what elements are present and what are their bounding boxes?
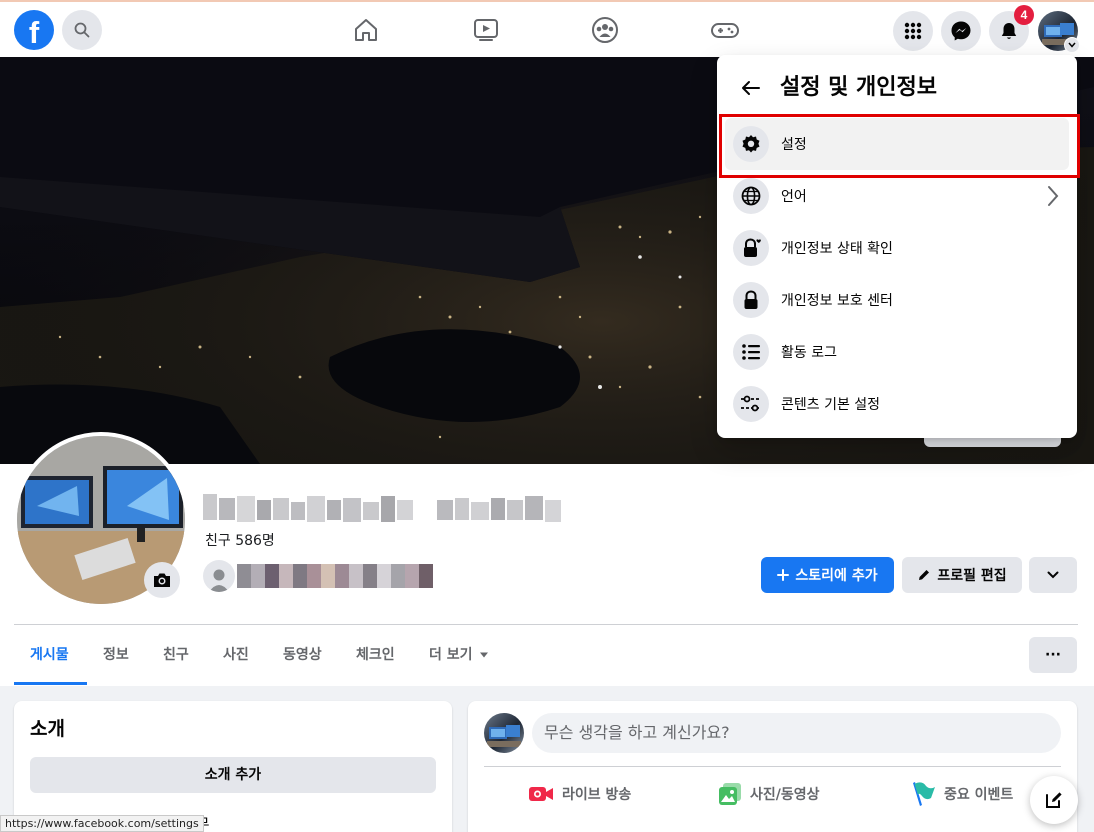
tab-photos[interactable]: 사진 xyxy=(223,640,249,670)
bell-icon xyxy=(1001,23,1017,39)
chevron-down-icon xyxy=(1068,42,1076,48)
friends-count[interactable]: 친구 586명 xyxy=(205,530,275,550)
friends-avatars-row[interactable] xyxy=(203,560,437,592)
top-navigation-bar: f 4 xyxy=(0,0,1094,57)
live-video-button[interactable]: 라이브 방송 xyxy=(528,776,631,812)
photo-icon xyxy=(719,783,741,805)
caret-down-icon xyxy=(479,652,488,658)
avatar-photo xyxy=(487,725,521,747)
tab-checkins[interactable]: 체크인 xyxy=(356,640,395,670)
menu-item-privacy-checkup-label: 개인정보 상태 확인 xyxy=(781,241,893,257)
tab-more[interactable]: 더 보기 xyxy=(429,640,489,670)
photo-video-label: 사진/동영상 xyxy=(750,787,820,803)
account-menu-toggle[interactable] xyxy=(1064,37,1080,53)
life-event-button[interactable]: 중요 이벤트 xyxy=(910,776,1013,812)
messenger-button[interactable] xyxy=(941,11,981,51)
tab-friends[interactable]: 친구 xyxy=(163,640,189,670)
pencil-icon xyxy=(919,570,930,580)
list-icon xyxy=(733,334,769,370)
video-play-icon xyxy=(474,19,498,41)
menu-button[interactable] xyxy=(893,11,933,51)
menu-item-privacy-center[interactable]: 개인정보 보호 센터 xyxy=(725,274,1069,326)
edit-profile-label: 프로필 편집 xyxy=(937,568,1007,584)
globe-icon xyxy=(733,178,769,214)
menu-item-activity-log-label: 활동 로그 xyxy=(781,345,837,361)
lock-icon xyxy=(733,282,769,318)
life-event-label: 중요 이벤트 xyxy=(944,787,1014,803)
profile-name-blurred xyxy=(203,490,573,526)
home-icon xyxy=(355,19,377,41)
settings-privacy-dropdown: 설정 및 개인정보 설정 언어 개인정보 상태 확인 개인정보 보호 센터 활동… xyxy=(717,55,1077,438)
flag-icon xyxy=(913,782,935,806)
tab-posts[interactable]: 게시물 xyxy=(30,640,69,670)
intro-title: 소개 xyxy=(30,718,65,740)
photo-video-button[interactable]: 사진/동영상 xyxy=(718,776,820,812)
facebook-logo-letter: f xyxy=(28,15,40,50)
menu-item-privacy-center-label: 개인정보 보호 센터 xyxy=(781,293,893,309)
nav-tab-home[interactable] xyxy=(346,12,386,48)
compose-icon xyxy=(1046,792,1062,808)
plus-icon xyxy=(777,569,790,581)
notification-badge: 4 xyxy=(1014,5,1034,25)
add-intro-button[interactable]: 소개 추가 xyxy=(30,757,436,793)
grid-menu-icon xyxy=(904,22,922,40)
arrow-left-icon xyxy=(742,81,760,95)
messenger-icon xyxy=(951,21,971,41)
more-options-button[interactable]: ··· xyxy=(1029,637,1077,673)
new-message-button[interactable] xyxy=(1030,776,1078,824)
friend-avatars-blurred xyxy=(237,564,433,588)
more-options-label: ··· xyxy=(1045,647,1061,663)
camera-icon xyxy=(154,573,170,587)
sliders-icon xyxy=(733,386,769,422)
browser-status-url: https://www.facebook.com/settings xyxy=(0,815,204,832)
tab-about[interactable]: 정보 xyxy=(103,640,129,670)
menu-item-privacy-checkup[interactable]: 개인정보 상태 확인 xyxy=(725,222,1069,274)
back-button[interactable] xyxy=(735,72,767,104)
active-tab-indicator xyxy=(14,682,87,685)
nav-tab-watch[interactable] xyxy=(466,12,506,48)
menu-item-activity-log[interactable]: 활동 로그 xyxy=(725,326,1069,378)
nav-tab-groups[interactable] xyxy=(585,12,625,48)
composer-avatar[interactable] xyxy=(484,713,524,753)
game-controller-icon xyxy=(711,23,739,38)
tab-more-label: 더 보기 xyxy=(429,647,473,663)
menu-item-content-preferences-label: 콘텐츠 기본 설정 xyxy=(781,397,881,413)
friend-avatar-placeholder[interactable] xyxy=(203,560,235,592)
menu-item-language-label: 언어 xyxy=(781,189,807,205)
live-video-label: 라이브 방송 xyxy=(562,787,632,803)
profile-more-dropdown-button[interactable] xyxy=(1029,557,1077,593)
change-profile-photo-button[interactable] xyxy=(144,562,180,598)
facebook-logo[interactable]: f xyxy=(14,10,54,50)
add-to-story-button[interactable]: 스토리에 추가 xyxy=(761,557,894,593)
nav-tab-gaming[interactable] xyxy=(705,12,745,48)
lock-heart-icon xyxy=(733,230,769,266)
whats-on-your-mind-input[interactable]: 무슨 생각을 하고 계신가요? xyxy=(532,713,1061,753)
cover-edit-button-partial[interactable] xyxy=(924,438,1061,447)
add-to-story-label: 스토리에 추가 xyxy=(795,568,878,584)
edit-profile-button[interactable]: 프로필 편집 xyxy=(902,557,1022,593)
groups-icon xyxy=(592,17,618,43)
chevron-right-icon xyxy=(1048,186,1059,206)
composer-divider xyxy=(484,766,1061,767)
search-icon xyxy=(74,22,90,38)
search-button[interactable] xyxy=(62,10,102,50)
chevron-down-icon xyxy=(1047,571,1059,579)
person-icon xyxy=(209,569,229,592)
tab-videos[interactable]: 동영상 xyxy=(283,640,322,670)
settings-highlight-annotation xyxy=(719,114,1080,178)
live-video-icon xyxy=(529,787,553,801)
dropdown-title: 설정 및 개인정보 xyxy=(780,75,937,100)
profile-divider xyxy=(14,624,1078,625)
menu-item-content-preferences[interactable]: 콘텐츠 기본 설정 xyxy=(725,378,1069,430)
